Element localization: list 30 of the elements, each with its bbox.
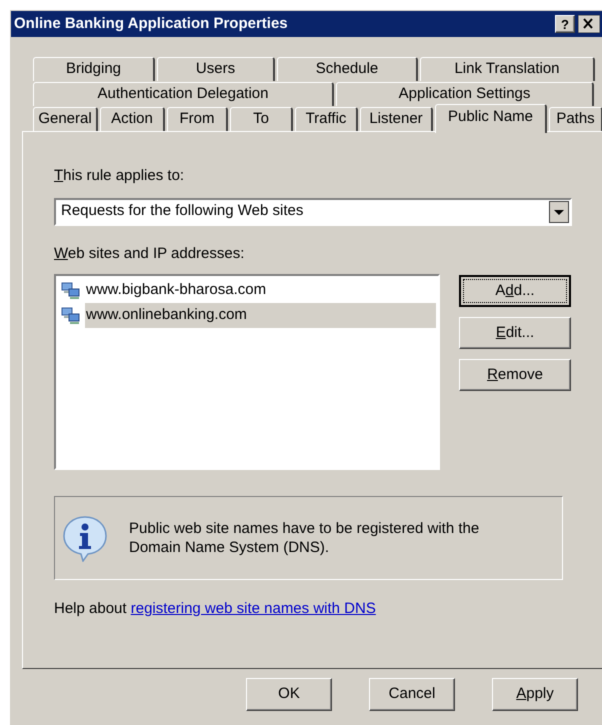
list-action-button[interactable]: Add...	[459, 275, 571, 307]
tab[interactable]: Listener	[360, 107, 433, 131]
field-label: This rule applies to:	[54, 166, 186, 186]
list-action-button[interactable]: Edit...	[459, 317, 571, 349]
tab[interactable]: Public Name	[435, 104, 547, 133]
tab[interactable]: Paths	[549, 107, 602, 131]
rule-dropdown[interactable]: Requests for the following Web sites	[54, 198, 572, 226]
tab[interactable]: Link Translation	[420, 57, 595, 81]
tab[interactable]: Bridging	[33, 57, 155, 81]
tab[interactable]: Traffic	[295, 107, 358, 131]
tab[interactable]: Authentication Delegation	[33, 82, 334, 106]
tab[interactable]: Action	[100, 107, 165, 131]
help-text: Help about	[54, 600, 127, 617]
tab[interactable]: Schedule	[277, 57, 418, 81]
window-title: Online Banking Application Properties	[14, 14, 289, 34]
help-link[interactable]: registering web site names with DNS	[130, 600, 376, 617]
site-list-item[interactable]: www.onlinebanking.com	[85, 303, 436, 328]
tab[interactable]: General	[33, 107, 98, 131]
tab[interactable]: Users	[157, 57, 275, 81]
list-action-button[interactable]: Remove	[459, 359, 571, 391]
sites-list[interactable]: www.bigbank-bharosa.com www.onlinebanking.com	[54, 274, 440, 470]
tab[interactable]: To	[230, 107, 293, 131]
tab[interactable]: Application Settings	[336, 82, 594, 106]
tab[interactable]: From	[167, 107, 228, 131]
field-label: Web sites and IP addresses:	[54, 244, 246, 264]
help-button[interactable]: ?	[555, 15, 575, 33]
dialog-button[interactable]: OK	[246, 678, 332, 711]
dialog-button[interactable]: Apply	[492, 678, 578, 711]
info-text: Public web site names have to be registered with the Domain Name System (DNS).	[129, 519, 480, 557]
dialog-button[interactable]: Cancel	[369, 678, 455, 711]
